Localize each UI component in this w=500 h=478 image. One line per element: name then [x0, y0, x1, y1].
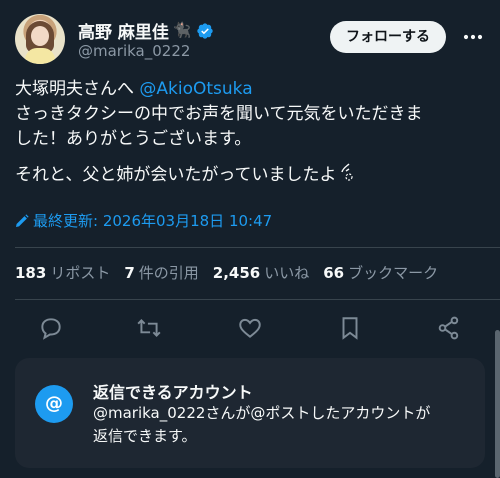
tweet-line-4: それと、父と姉が会いたがっていましたよ	[15, 162, 485, 188]
divider-middle	[15, 299, 500, 300]
last-edited-label: 最終更新: 2026年03月18日 10:47	[33, 212, 273, 230]
sparkle-icon	[341, 163, 354, 181]
tweet-stats: 183 リポスト 7 件の引用 2,456 いいね 66 ブックマーク	[15, 262, 438, 283]
avatar[interactable]	[15, 14, 65, 64]
stat-reposts[interactable]: 183 リポスト	[15, 262, 110, 283]
quotes-label: 件の引用	[138, 264, 199, 282]
follow-button[interactable]: フォローする	[330, 21, 446, 53]
bookmark-button[interactable]	[337, 315, 363, 341]
reposts-label: リポスト	[50, 264, 111, 282]
reply-button[interactable]	[38, 315, 64, 341]
bookmark-icon	[342, 317, 358, 340]
divider-top	[15, 247, 500, 248]
share-icon	[438, 316, 459, 340]
tweet-header: 高野 麻里佳 🐈‍⬛ @marika_0222 フォローする	[15, 12, 485, 66]
like-button[interactable]	[237, 315, 263, 341]
bookmarks-label: ブックマーク	[348, 264, 439, 282]
stat-quotes[interactable]: 7 件の引用	[124, 262, 198, 283]
likes-count: 2,456	[212, 264, 261, 282]
scrollbar[interactable]	[495, 330, 500, 478]
action-bar	[15, 315, 485, 345]
reply-icon	[41, 318, 61, 340]
reply-card-body-line-1: @marika_0222さんが@ポストしたアカウントが	[93, 404, 431, 422]
avatar-body	[25, 48, 55, 64]
stat-likes[interactable]: 2,456 いいね	[213, 262, 309, 283]
user-handle[interactable]: @marika_0222	[78, 42, 190, 60]
quotes-count: 7	[124, 264, 135, 282]
at-sign-icon: @	[35, 385, 73, 423]
likes-label: いいね	[264, 264, 310, 282]
name-row: 高野 麻里佳 🐈‍⬛	[78, 18, 214, 43]
heart-icon	[239, 318, 261, 338]
pencil-icon	[16, 213, 29, 227]
tweet-line-1: 大塚明夫さんへ @AkioOtsuka	[15, 77, 485, 102]
repost-button[interactable]	[136, 315, 162, 341]
tweet-line-4-text: それと、父と姉が会いたがっていましたよ	[15, 165, 337, 185]
share-button[interactable]	[436, 315, 462, 341]
more-options-icon[interactable]	[461, 26, 485, 48]
tweet-line-1-prefix: 大塚明夫さんへ	[15, 79, 140, 99]
reply-card-body: @marika_0222さんが@ポストしたアカウントが 返信できます。	[93, 402, 473, 448]
stat-bookmarks[interactable]: 66 ブックマーク	[323, 262, 438, 283]
display-name[interactable]: 高野 麻里佳	[78, 18, 169, 43]
tweet-line-2: さっきタクシーの中でお声を聞いて元気をいただきま	[15, 104, 423, 124]
avatar-face	[31, 26, 49, 46]
reply-restriction-card: @ 返信できるアカウント @marika_0222さんが@ポストしたアカウントが…	[15, 358, 485, 468]
verified-badge-icon	[196, 22, 213, 39]
tweet-line-3: した！ありがとうございます。	[15, 129, 252, 149]
repost-icon	[137, 319, 161, 337]
tweet-text: 大塚明夫さんへ @AkioOtsuka さっきタクシーの中でお声を聞いて元気をい…	[15, 77, 485, 188]
reply-card-title: 返信できるアカウント	[93, 383, 253, 402]
bookmarks-count: 66	[323, 264, 345, 282]
black-cat-icon: 🐈‍⬛	[172, 21, 192, 39]
mention-link[interactable]: @AkioOtsuka	[139, 79, 252, 99]
last-edited[interactable]: 最終更新: 2026年03月18日 10:47	[15, 210, 272, 231]
reply-card-body-line-2: 返信できます。	[93, 427, 197, 445]
reposts-count: 183	[15, 264, 47, 282]
